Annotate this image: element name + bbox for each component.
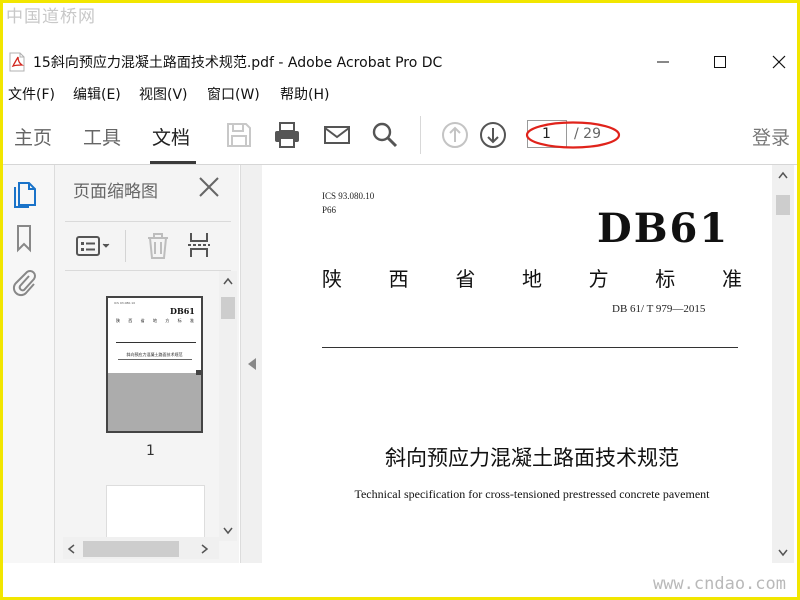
doc-divider <box>322 347 738 348</box>
close-icon[interactable] <box>197 175 221 199</box>
collapse-arrow-icon[interactable] <box>247 357 257 371</box>
title-bar: 15斜向预应力混凝土路面技术规范.pdf - Adobe Acrobat Pro… <box>0 46 800 78</box>
print-icon[interactable] <box>272 120 302 150</box>
tab-document[interactable]: 文档 <box>152 123 190 150</box>
watermark-top: 中国道桥网 <box>6 7 96 27</box>
doc-standard-heading: 陕 西 省 地 方 标 准 <box>322 263 742 292</box>
mail-icon[interactable] <box>322 120 352 150</box>
panel-horizontal-scrollbar[interactable] <box>63 537 219 559</box>
thumb-std-chars: 陕西省地方标准 <box>116 318 194 323</box>
paperclip-icon[interactable] <box>10 267 38 297</box>
std-char: 标 <box>655 267 676 291</box>
thumb-subtitle-line <box>118 359 192 360</box>
panel-horizontal-scroll-thumb[interactable] <box>83 541 179 557</box>
doc-title-cn: 斜向预应力混凝土路面技术规范 <box>385 446 679 470</box>
document-vertical-scrollbar[interactable] <box>772 165 794 563</box>
std-char: 省 <box>455 267 476 291</box>
pdf-file-icon <box>9 52 25 72</box>
std-char: 准 <box>721 267 742 291</box>
page-total: / 29 <box>574 126 601 142</box>
thumb-ics: ICS 93.080.10 <box>114 301 136 305</box>
doc-standard-code: DB 61/ T 979—2015 <box>612 303 706 315</box>
trash-icon[interactable] <box>145 232 171 260</box>
thumbnail-page-number: 1 <box>146 443 155 459</box>
menu-window[interactable]: 窗口(W) <box>207 84 260 104</box>
chevron-up-icon[interactable] <box>223 277 233 285</box>
doc-p-code: P66 <box>322 205 337 215</box>
thumb-viewport-overlay <box>108 373 201 431</box>
bookmark-icon[interactable] <box>10 223 38 253</box>
panel-tools-separator <box>125 230 126 262</box>
arrow-up-icon[interactable] <box>440 120 470 150</box>
login-button[interactable]: 登录 <box>752 123 790 150</box>
chevron-left-icon[interactable] <box>67 544 75 554</box>
std-char: 陕 <box>322 267 342 291</box>
extract-icon[interactable] <box>185 230 213 260</box>
document-view[interactable]: ICS 93.080.10 P66 DB61 陕 西 省 地 方 标 准 DB … <box>262 165 772 563</box>
panel-vertical-scrollbar[interactable] <box>219 271 237 541</box>
window-title: 15斜向预应力混凝土路面技术规范.pdf - Adobe Acrobat Pro… <box>33 55 443 71</box>
thumbnail-panel: 页面缩略图 ICS 93.080.10 DB61 陕西省地方标准 斜向预应力混凝… <box>55 165 239 563</box>
menu-view[interactable]: 视图(V) <box>139 84 188 104</box>
doc-title-en: Technical specification for cross-tensio… <box>354 487 710 501</box>
save-icon[interactable] <box>224 120 254 150</box>
page-thumbnail-1[interactable]: ICS 93.080.10 DB61 陕西省地方标准 斜向预应力混凝土路面技术规… <box>106 296 203 433</box>
thumb-logo: DB61 <box>170 306 195 316</box>
document-scroll-thumb[interactable] <box>776 195 790 215</box>
panel-collapse-strip[interactable] <box>240 165 264 563</box>
left-rail <box>0 165 55 563</box>
toolbar-separator <box>420 116 421 154</box>
toolbar: 主页 工具 文档 1 / 29 登录 <box>0 106 800 165</box>
page-number-input[interactable]: 1 <box>527 120 567 148</box>
menu-edit[interactable]: 编辑(E) <box>73 84 121 104</box>
std-char: 方 <box>588 267 609 291</box>
minimize-button[interactable] <box>648 50 678 74</box>
menu-file[interactable]: 文件(F) <box>8 84 55 104</box>
thumb-rule <box>116 342 196 343</box>
panel-toolbar <box>65 221 231 271</box>
chevron-right-icon[interactable] <box>201 544 209 554</box>
chevron-up-icon[interactable] <box>778 171 788 179</box>
panel-vertical-scroll-thumb[interactable] <box>221 297 235 319</box>
std-char: 地 <box>521 267 542 291</box>
menu-help[interactable]: 帮助(H) <box>280 84 329 104</box>
maximize-button[interactable] <box>705 50 735 74</box>
chevron-down-icon[interactable] <box>778 549 788 557</box>
panel-title: 页面缩略图 <box>73 182 158 202</box>
close-window-button[interactable] <box>764 50 794 74</box>
std-char: 西 <box>388 267 409 291</box>
thumb-title: 斜向预应力混凝土路面技术规范 <box>126 352 183 357</box>
options-icon[interactable] <box>75 234 113 258</box>
doc-ics-code: ICS 93.080.10 <box>322 191 375 201</box>
tab-home[interactable]: 主页 <box>14 123 52 150</box>
search-icon[interactable] <box>370 120 400 150</box>
tab-tools[interactable]: 工具 <box>83 123 121 150</box>
chevron-down-icon[interactable] <box>223 527 233 535</box>
pages-icon[interactable] <box>10 179 38 209</box>
thumb-resize-handle[interactable] <box>196 370 201 375</box>
watermark-bottom: www.cndao.com <box>652 574 786 594</box>
doc-db-logo: DB61 <box>597 205 730 252</box>
arrow-down-icon[interactable] <box>478 120 508 150</box>
active-tab-indicator <box>150 161 196 164</box>
